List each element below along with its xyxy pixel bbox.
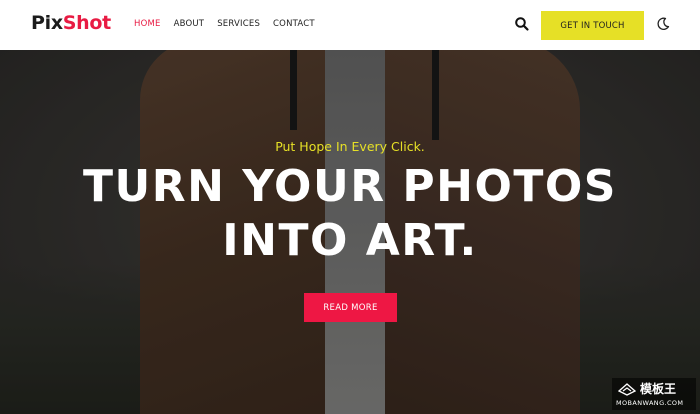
search-button[interactable]	[514, 16, 530, 32]
get-in-touch-button[interactable]: GET IN TOUCH	[541, 11, 644, 40]
theme-toggle-button[interactable]	[656, 17, 670, 31]
watermark: 模板王 MOBANWANG.COM	[612, 378, 696, 410]
watermark-title: 模板王	[640, 382, 677, 396]
logo-part-pix: Pix	[31, 12, 63, 34]
hero-headline-line2: INTO ART.	[222, 215, 478, 266]
hero-tagline: Put Hope In Every Click.	[275, 139, 425, 154]
site-header: PixShot HOME ABOUT SERVICES CONTACT GET …	[0, 0, 700, 50]
hero-headline-line1: TURN YOUR PHOTOS	[83, 161, 617, 212]
watermark-logo-icon	[618, 383, 636, 396]
nav-link-home[interactable]: HOME	[134, 18, 161, 30]
watermark-url: MOBANWANG.COM	[616, 399, 684, 407]
read-more-button[interactable]: READ MORE	[304, 293, 397, 322]
logo[interactable]: PixShot	[31, 11, 111, 35]
nav-link-about[interactable]: ABOUT	[174, 18, 205, 30]
main-nav: HOME ABOUT SERVICES CONTACT	[134, 18, 328, 30]
hero-headline: TURN YOUR PHOTOS INTO ART.	[0, 160, 700, 268]
moon-icon	[657, 17, 670, 31]
nav-link-contact[interactable]: CONTACT	[273, 18, 315, 30]
search-icon	[515, 17, 529, 31]
nav-link-services[interactable]: SERVICES	[217, 18, 260, 30]
logo-part-shot: Shot	[62, 12, 111, 34]
